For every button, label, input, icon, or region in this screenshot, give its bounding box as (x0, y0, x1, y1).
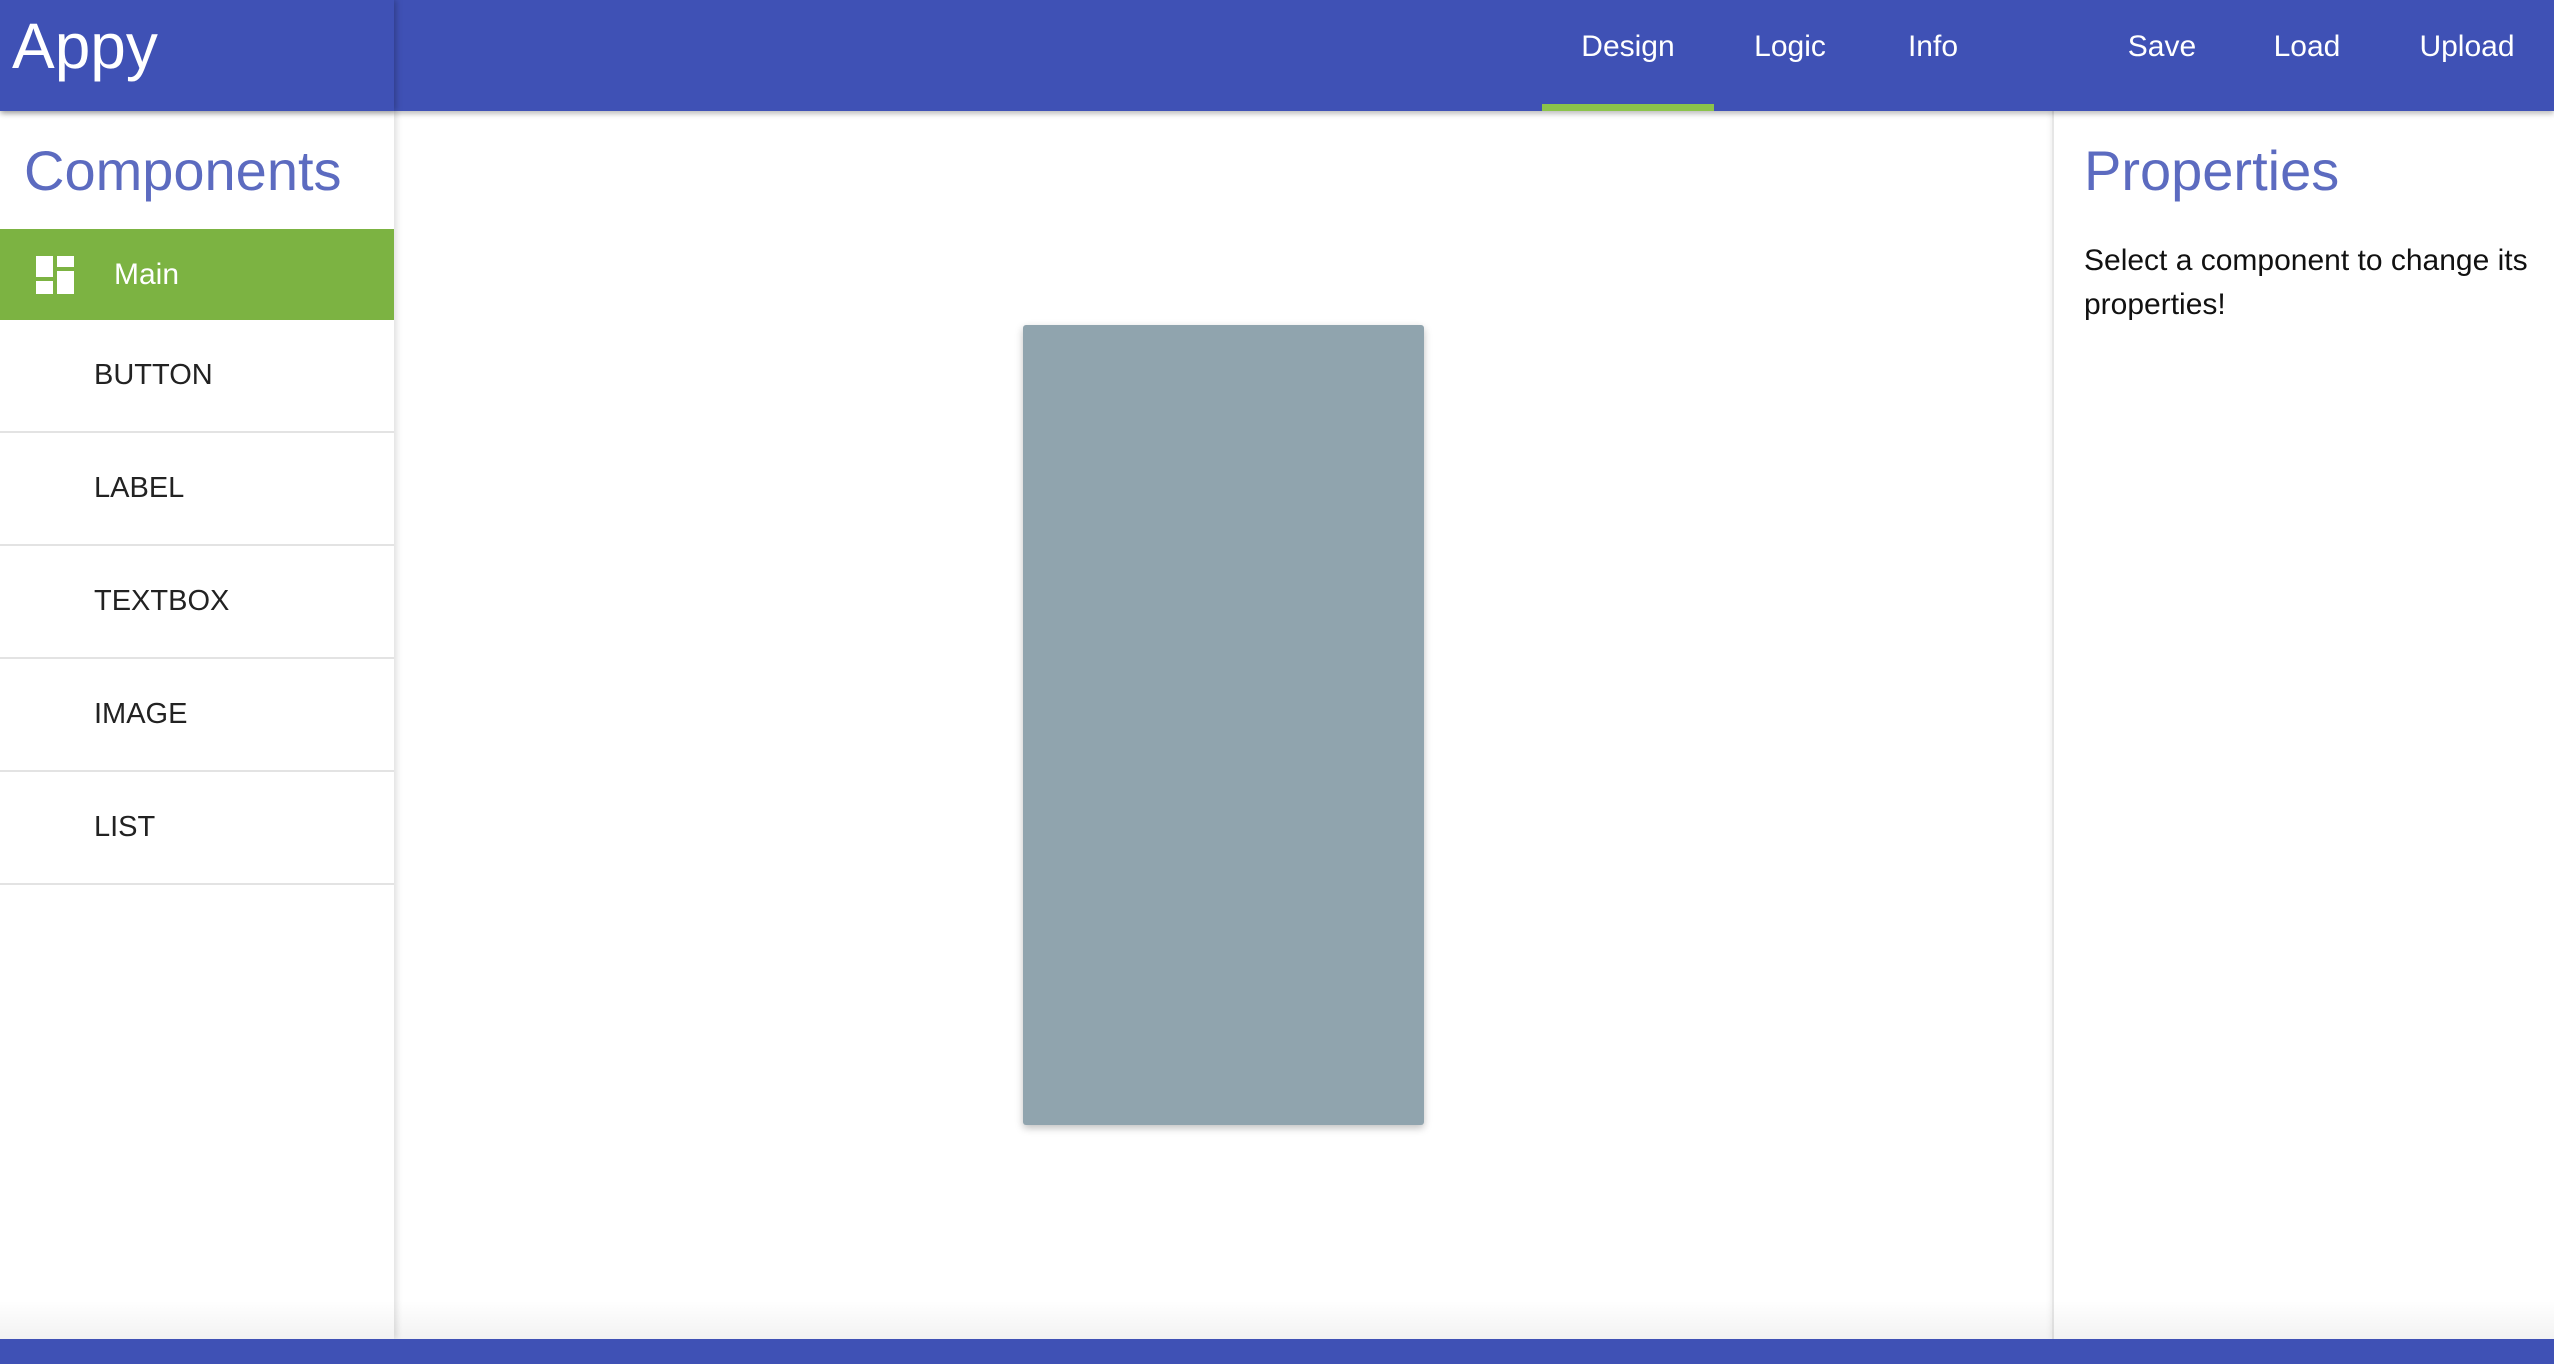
components-panel: Components Main BUTTON LABEL TEXTBOX IMA… (0, 111, 394, 1339)
app-title: Appy (12, 10, 158, 82)
properties-hint: Select a component to change its propert… (2084, 244, 2528, 321)
tab-logic[interactable]: Logic (1714, 0, 1866, 111)
component-item-label: IMAGE (94, 698, 188, 730)
load-button[interactable]: Load (2234, 0, 2380, 111)
bottom-shadow (0, 1300, 2554, 1339)
component-item-button[interactable]: BUTTON (0, 320, 394, 433)
bottom-bar (0, 1339, 2554, 1364)
active-tab-indicator (1542, 104, 1714, 111)
component-item-label[interactable]: LABEL (0, 433, 394, 546)
properties-title: Properties (2084, 139, 2340, 202)
dashboard-icon (36, 256, 74, 294)
tab-design[interactable]: Design (1542, 0, 1714, 111)
component-item-label: LIST (94, 811, 156, 843)
top-app-bar: Appy Design Logic Info Save Load Upload (0, 0, 2554, 111)
component-item-label: BUTTON (94, 359, 213, 391)
component-item-label: TEXTBOX (94, 585, 230, 617)
component-item-textbox[interactable]: TEXTBOX (0, 546, 394, 659)
component-item-image[interactable]: IMAGE (0, 659, 394, 772)
tab-info[interactable]: Info (1866, 0, 2000, 111)
save-button[interactable]: Save (2090, 0, 2234, 111)
app-root: Appy Design Logic Info Save Load Upload … (0, 0, 2554, 1364)
phone-screen-preview[interactable] (1023, 325, 1424, 1125)
brand-block: Appy (0, 0, 394, 111)
component-item-label: LABEL (94, 472, 185, 504)
components-title: Components (24, 139, 342, 202)
upload-button[interactable]: Upload (2380, 0, 2554, 111)
properties-panel: Properties Select a component to change … (2052, 111, 2554, 1339)
component-item-list[interactable]: LIST (0, 772, 394, 885)
screen-item-label: Main (114, 258, 180, 291)
screen-item-main[interactable]: Main (0, 229, 394, 320)
